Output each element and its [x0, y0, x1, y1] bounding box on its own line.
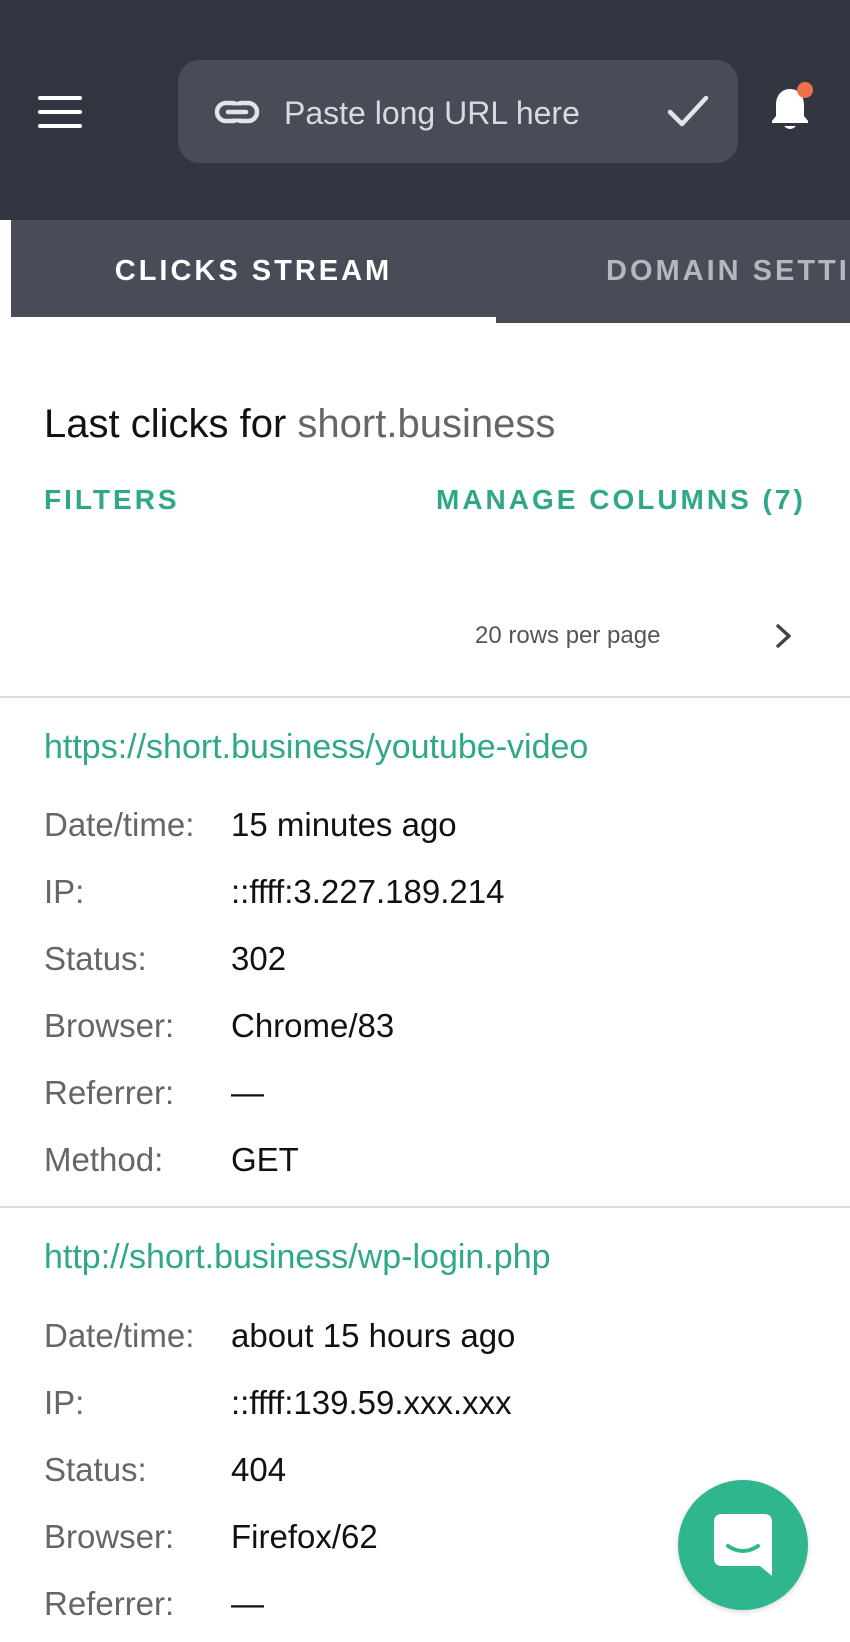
field-value: Chrome/83 — [231, 1007, 395, 1044]
field-value: ::ffff:3.227.189.214 — [231, 873, 505, 910]
field-label: Browser: — [44, 1007, 175, 1044]
field-value: 404 — [231, 1451, 287, 1488]
click-url-link[interactable]: https://short.business/youtube-video — [44, 728, 588, 767]
page-title: Last clicks for short.business — [44, 402, 555, 447]
field-label: Date/time: — [44, 806, 195, 843]
chat-button[interactable] — [678, 1480, 808, 1610]
field-label: Referrer: — [44, 1585, 175, 1622]
link-icon — [214, 100, 260, 124]
menu-icon[interactable] — [38, 96, 82, 128]
field-label: Status: — [44, 1451, 147, 1488]
field-label: Referrer: — [44, 1074, 175, 1111]
tab-clicks-stream[interactable]: CLICKS STREAM — [11, 220, 496, 323]
field-value: about 15 hours ago — [231, 1317, 516, 1354]
tab-bar: CLICKS STREAM DOMAIN SETTI — [11, 220, 850, 323]
url-input[interactable] — [282, 82, 646, 144]
field-value: Firefox/62 — [231, 1518, 378, 1555]
chevron-right-icon[interactable] — [772, 620, 796, 652]
click-url-link[interactable]: http://short.business/wp-login.php — [44, 1238, 551, 1277]
chat-icon — [714, 1514, 772, 1576]
field-label: Status: — [44, 940, 147, 977]
field-value: ::ffff:139.59.xxx.xxx — [231, 1384, 512, 1421]
tab-domain-settings[interactable]: DOMAIN SETTI — [606, 220, 850, 323]
filters-button[interactable]: FILTERS — [44, 484, 180, 516]
field-value: — — [231, 1585, 264, 1622]
field-value: — — [231, 1074, 264, 1111]
check-icon[interactable] — [664, 90, 712, 132]
page-title-domain: short.business — [297, 402, 556, 446]
page-title-prefix: Last clicks for — [44, 402, 287, 446]
notification-dot — [797, 82, 813, 98]
manage-columns-button[interactable]: MANAGE COLUMNS (7) — [436, 484, 806, 516]
field-label: Date/time: — [44, 1317, 195, 1354]
divider — [0, 1206, 850, 1208]
url-shortener-box — [178, 60, 738, 163]
divider — [0, 696, 850, 698]
field-label: IP: — [44, 1384, 85, 1421]
rows-per-page-label: 20 rows per page — [475, 622, 661, 649]
field-label: Browser: — [44, 1518, 175, 1555]
field-label: Method: — [44, 1141, 164, 1178]
notifications-button[interactable] — [770, 82, 814, 136]
field-value: GET — [231, 1141, 299, 1178]
top-bar — [0, 0, 850, 220]
field-value: 302 — [231, 940, 287, 977]
field-label: IP: — [44, 873, 85, 910]
field-value: 15 minutes ago — [231, 806, 457, 843]
